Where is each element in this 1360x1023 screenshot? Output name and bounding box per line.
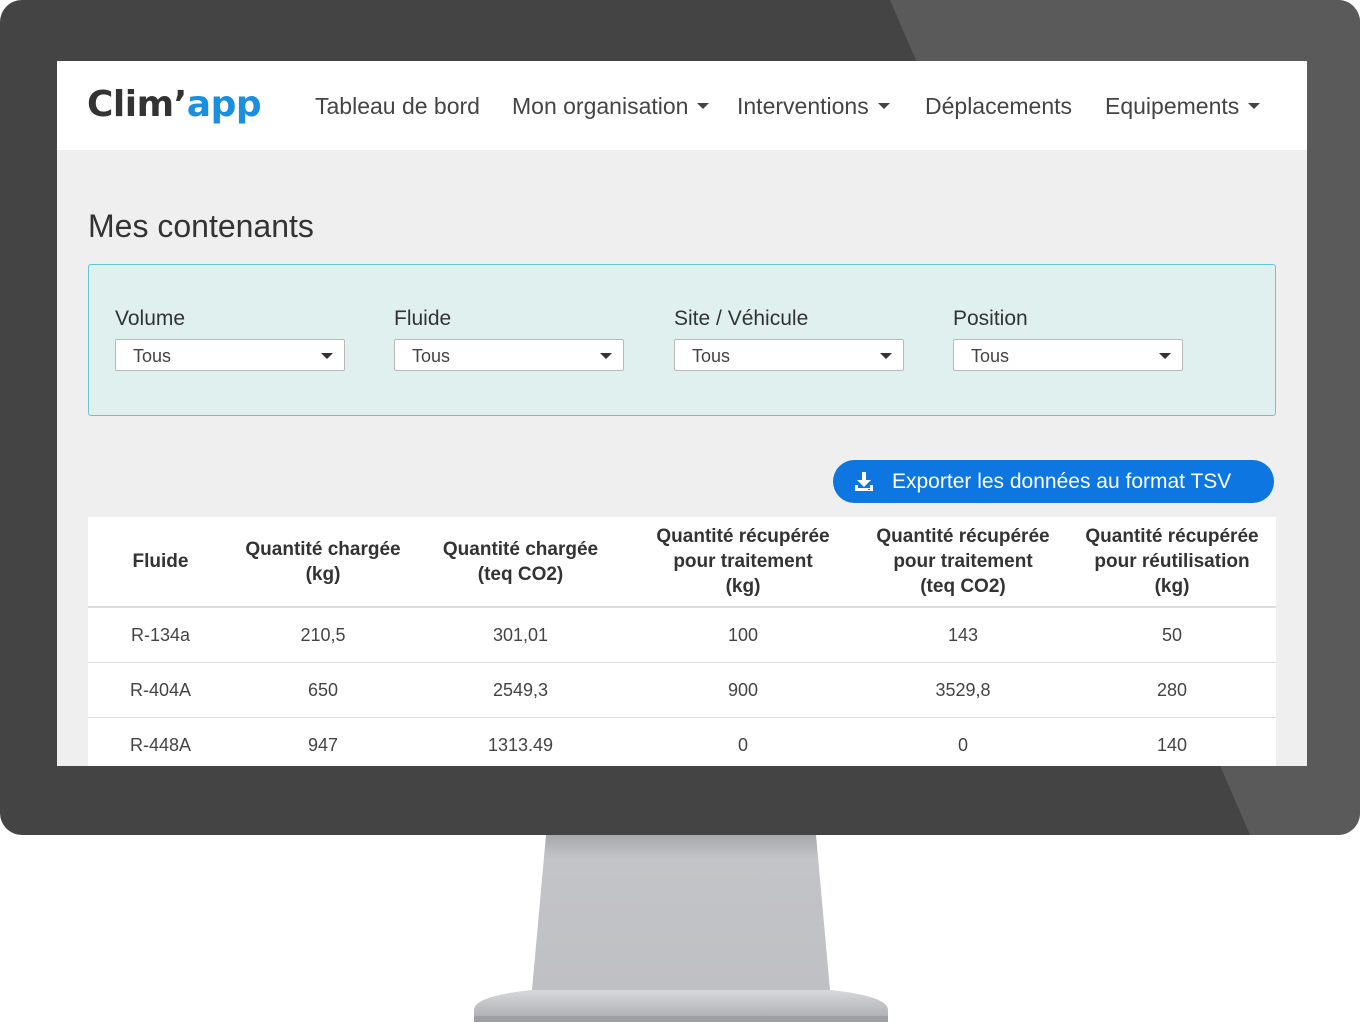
table-header: Fluide Quantité chargée (kg) Quantité ch… xyxy=(88,517,1276,608)
table-cell: 50 xyxy=(1161,625,1183,645)
nav-item-mon-organisation[interactable]: Mon organisation xyxy=(512,91,710,121)
table-cell: 100 xyxy=(727,625,759,645)
select-value: Tous xyxy=(133,346,172,366)
table-cell: 3529,8 xyxy=(935,680,991,700)
table-cell: 140 xyxy=(1156,735,1188,755)
select-value: Tous xyxy=(412,346,451,366)
table-cell: 210,5 xyxy=(300,625,346,645)
nav-item-tableau-de-bord[interactable]: Tableau de bord xyxy=(315,91,480,121)
caret-down-icon xyxy=(600,353,612,359)
filter-panel: Volume Tous Fluide Tous Site / Véhicule … xyxy=(88,264,1276,416)
nav-item-interventions[interactable]: Interventions xyxy=(737,91,890,121)
caret-down-icon xyxy=(1159,353,1171,359)
table-cell: R-134a xyxy=(130,625,191,645)
table-cell: 1313.49 xyxy=(487,735,554,755)
column-header[interactable]: Quantité récupérée pour réutilisation (k… xyxy=(1068,517,1276,606)
select-value: Tous xyxy=(971,346,1010,366)
column-header[interactable]: Quantité chargée (teq CO2) xyxy=(413,517,628,606)
table-cell: 900 xyxy=(727,680,759,700)
nav-item-label: Interventions xyxy=(737,93,869,119)
chevron-down-icon xyxy=(1248,102,1261,109)
top-navbar: Clim’app Tableau de bord Mon organisatio… xyxy=(57,61,1307,150)
table-cell: 2549,3 xyxy=(492,680,549,700)
column-header[interactable]: Fluide xyxy=(88,517,233,606)
caret-down-icon xyxy=(880,353,892,359)
column-header[interactable]: Quantité chargée (kg) xyxy=(233,517,413,606)
app-screen: Clim’app Tableau de bord Mon organisatio… xyxy=(57,61,1307,766)
chevron-down-icon xyxy=(877,102,890,109)
logo-text-app: app xyxy=(186,84,262,125)
app-logo[interactable]: Clim’app xyxy=(87,83,262,127)
table-cell: R-404A xyxy=(129,680,192,700)
nav-item-equipements[interactable]: Equipements xyxy=(1105,91,1261,121)
table-cell: 0 xyxy=(737,735,748,755)
column-header[interactable]: Quantité récupérée pour traitement (teq … xyxy=(858,517,1068,606)
nav-item-deplacements[interactable]: Déplacements xyxy=(925,91,1072,121)
position-select[interactable]: Tous xyxy=(953,339,1183,371)
table-cell: 650 xyxy=(307,680,339,700)
export-button-label: Exporter les données au format TSV xyxy=(892,470,1232,493)
filter-site-vehicule: Site / Véhicule Tous xyxy=(674,305,906,371)
caret-down-icon xyxy=(321,353,333,359)
fluide-select[interactable]: Tous xyxy=(394,339,624,371)
filter-position: Position Tous xyxy=(953,305,1185,371)
table-row: R-134a 210,5 301,01 100 143 50 xyxy=(88,608,1276,663)
table-row: R-448A 947 1313.49 0 0 140 xyxy=(88,718,1276,766)
filter-label: Position xyxy=(953,307,1028,330)
volume-select[interactable]: Tous xyxy=(115,339,345,371)
contenants-table: Fluide Quantité chargée (kg) Quantité ch… xyxy=(88,517,1276,766)
nav-item-label: Tableau de bord xyxy=(315,93,480,119)
nav-item-label: Déplacements xyxy=(925,93,1073,119)
nav-item-label: Mon organisation xyxy=(512,93,689,119)
column-header[interactable]: Quantité récupérée pour traitement (kg) xyxy=(628,517,858,606)
table-cell: 143 xyxy=(947,625,979,645)
table-cell: 280 xyxy=(1156,680,1188,700)
nav-item-label: Equipements xyxy=(1105,93,1240,119)
export-tsv-button[interactable]: Exporter les données au format TSV xyxy=(833,460,1274,503)
filter-label: Site / Véhicule xyxy=(674,307,809,330)
table-cell: 0 xyxy=(957,735,968,755)
table-cell: 301,01 xyxy=(492,625,549,645)
download-icon xyxy=(855,472,873,491)
logo-text-clim: Clim’ xyxy=(87,84,187,125)
filter-label: Volume xyxy=(115,307,186,330)
filter-label: Fluide xyxy=(394,307,452,330)
page-title: Mes contenants xyxy=(88,208,314,244)
filter-volume: Volume Tous xyxy=(115,305,347,371)
table-cell: R-448A xyxy=(129,735,192,755)
chevron-down-icon xyxy=(697,102,710,109)
select-value: Tous xyxy=(692,346,731,366)
table-cell: 947 xyxy=(307,735,339,755)
table-row: R-404A 650 2549,3 900 3529,8 280 xyxy=(88,663,1276,718)
filter-fluide: Fluide Tous xyxy=(394,305,626,371)
site-vehicule-select[interactable]: Tous xyxy=(674,339,904,371)
